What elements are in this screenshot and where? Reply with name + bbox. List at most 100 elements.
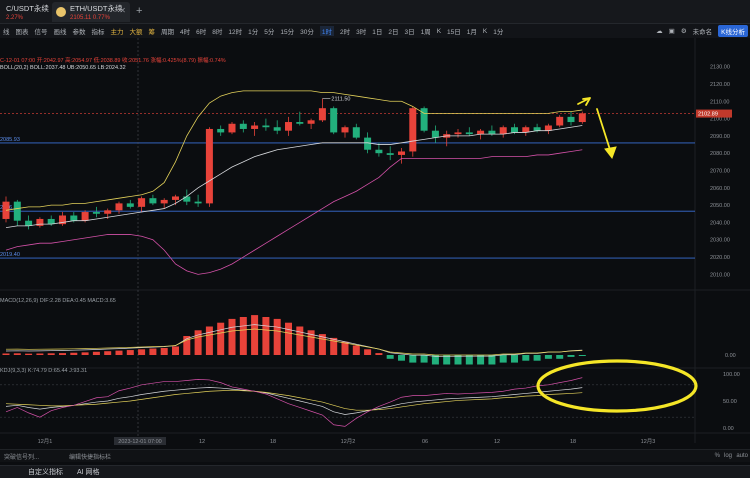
macd-bar (239, 317, 247, 355)
toolbar-item[interactable]: K (483, 28, 487, 35)
macd-bar (273, 318, 281, 355)
toolbar-item[interactable]: 15分 (280, 26, 294, 36)
toolbar-item[interactable]: 参数 (73, 26, 86, 36)
candle-body (126, 203, 134, 207)
toolbar-item[interactable]: 5分 (264, 26, 274, 36)
macd-bar (251, 315, 259, 355)
macd-bar (115, 350, 123, 355)
candlestick-chart[interactable]: 2130.002120.002110.002100.002090.002080.… (0, 38, 750, 449)
status-bar: 突破信号列... 编辑快捷指标栏 % log auto (0, 449, 750, 462)
cloud-icon[interactable]: ☁ (656, 27, 663, 35)
camera-icon[interactable]: ▣ (669, 27, 675, 35)
layout-name[interactable]: 未命名 (693, 26, 713, 36)
bottom-bar: 自定义指标 AI 网格 (0, 465, 750, 478)
macd-bar (567, 355, 575, 357)
toolbar-item[interactable]: 4时 (180, 26, 190, 36)
candle-body (70, 215, 78, 221)
toolbar-item[interactable]: 15日 (447, 26, 461, 36)
candle-body (556, 116, 564, 126)
tab-bar: C/USDT永续 2.27% ETH/USDT永续 2105.11 0.77% … (0, 0, 750, 24)
candle-body (431, 130, 439, 138)
candle-body (296, 122, 304, 124)
price-tick-label: 2030.00 (710, 238, 730, 244)
toolbar-item[interactable]: 1分 (248, 26, 258, 36)
toolbar-item[interactable]: 1日 (372, 26, 382, 36)
toolbar-item[interactable]: 信号 (35, 26, 48, 36)
candle-body (330, 108, 338, 133)
high-marker-label: 2111.50 (331, 97, 350, 103)
toolbar-item[interactable]: K (437, 28, 441, 35)
toolbar-item[interactable]: 2日 (388, 26, 398, 36)
kdj-legend: KDJ(9,3,3) K:74.79 D:65.44 J:93.31 (0, 368, 88, 374)
toolbar-item[interactable]: 筹 (149, 26, 156, 36)
toolbar-item[interactable]: 图表 (16, 26, 29, 36)
time-tick-label: 12月3 (641, 438, 656, 445)
settings-icon[interactable]: ⚙ (681, 27, 687, 35)
toolbar-item[interactable]: 6时 (196, 26, 206, 36)
toolbar-item[interactable]: 主力 (111, 26, 124, 36)
price-tick-label: 2040.00 (710, 220, 730, 226)
toolbar-item[interactable]: 1周 (421, 26, 431, 36)
signal-label[interactable]: 突破信号列... (4, 452, 39, 461)
log-toggle[interactable]: log (724, 453, 732, 459)
tab-symbol-1[interactable]: C/USDT永续 2.27% (0, 2, 49, 22)
kdj-tick-label: 50.00 (723, 399, 737, 405)
custom-indicator-tab[interactable]: 自定义指标 (28, 467, 63, 477)
price-tick-label: 2070.00 (710, 169, 730, 175)
macd-bar (375, 353, 383, 355)
ai-grid-tab[interactable]: AI 网格 (77, 467, 100, 477)
toolbar-right: ☁ ▣ ⚙ 未命名 K线分析 (656, 24, 750, 38)
macd-bar (13, 353, 21, 355)
macd-bar (160, 347, 168, 355)
candle-body (92, 212, 100, 214)
toolbar-item[interactable]: 1月 (467, 26, 477, 36)
toolbar-item[interactable]: 大额 (130, 26, 143, 36)
toolbar-item[interactable]: 画线 (54, 26, 67, 36)
toolbar-item[interactable]: 8时 (212, 26, 222, 36)
toolbar-item[interactable]: 指标 (92, 26, 105, 36)
boll-lower-line (5, 149, 583, 275)
percent-toggle[interactable]: % (715, 453, 720, 459)
annotation-arrow-down-head (604, 146, 617, 160)
toolbar-item[interactable]: 30分 (300, 26, 314, 36)
toolbar-item[interactable]: 3时 (356, 26, 366, 36)
toolbar-item[interactable]: 线 (3, 26, 10, 36)
tab-symbol-eth[interactable]: ETH/USDT永续 2105.11 0.77% ✕ (52, 2, 130, 22)
close-icon[interactable]: ✕ (119, 6, 126, 15)
toolbar-item[interactable]: 周期 (161, 26, 174, 36)
macd-bar (296, 326, 304, 355)
candle-body (13, 201, 21, 221)
candle-body (307, 120, 315, 124)
macd-bar (544, 355, 552, 359)
candle-body (160, 199, 168, 204)
macd-bar (205, 326, 213, 355)
edit-shortcut-link[interactable]: 编辑快捷指标栏 (69, 452, 111, 461)
chart-toolbar: 线图表 信号 画线 参数 指标 主力 大额筹周期 4时 6时 8时 12时 1分 5分 15分 30分 1时 2… (0, 24, 750, 38)
macd-bar (364, 349, 372, 355)
annotation-arrow-up (577, 97, 591, 106)
candle-body (104, 210, 112, 214)
boll-upper-line (5, 90, 583, 211)
macd-bar (172, 346, 179, 355)
toolbar-item[interactable]: 12时 (228, 26, 242, 36)
toolbar-item[interactable]: 1分 (493, 26, 503, 36)
candle-body (488, 130, 496, 135)
macd-bar (262, 317, 270, 355)
price-tick-label: 2120.00 (710, 82, 730, 88)
toolbar-item[interactable]: 2时 (340, 26, 350, 36)
macd-bar (511, 355, 518, 363)
macd-bar (104, 351, 112, 355)
current-price-label: 2102.89 (698, 112, 718, 118)
macd-bar (138, 349, 146, 355)
price-tick-label: 2110.00 (710, 99, 729, 105)
price-tick-label: 2050.00 (710, 203, 730, 209)
toolbar-item[interactable]: 1时 (319, 26, 334, 36)
toolbar-item[interactable]: 3日 (404, 26, 414, 36)
add-tab-icon[interactable]: + (136, 5, 142, 17)
price-tick-label: 2020.00 (710, 255, 730, 261)
kline-analysis-button[interactable]: K线分析 (718, 25, 748, 37)
macd-bar (25, 353, 33, 355)
time-tick-label: 2023-12-01 07:00 (118, 439, 161, 445)
candle-body (228, 123, 236, 133)
auto-toggle[interactable]: auto (736, 453, 748, 459)
